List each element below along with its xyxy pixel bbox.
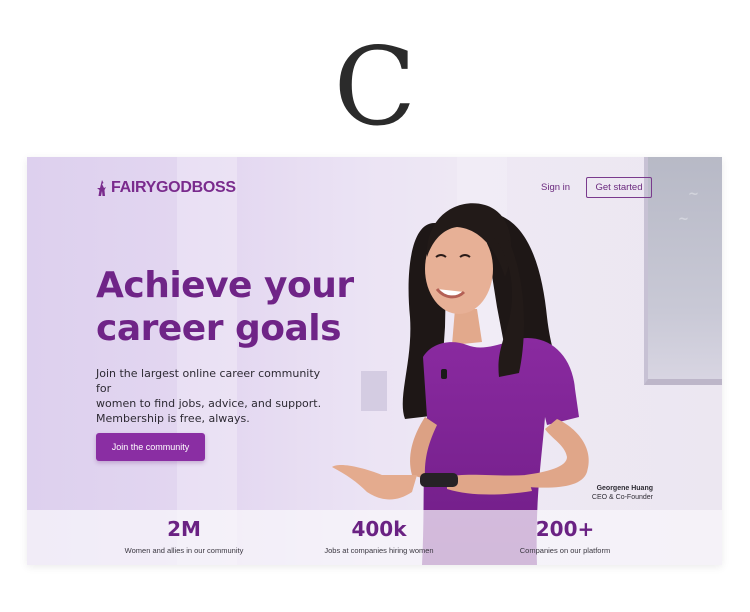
stat-label: Jobs at companies hiring women bbox=[324, 546, 434, 555]
hero-headline-line: Achieve your bbox=[96, 265, 354, 306]
hero-headline-line: career goals bbox=[96, 308, 342, 349]
speaker-name: Georgene Huang bbox=[596, 485, 653, 492]
speaker-photo bbox=[332, 203, 589, 565]
sign-in-link[interactable]: Sign in bbox=[541, 182, 570, 193]
join-community-button[interactable]: Join the community bbox=[96, 433, 205, 461]
landing-page-preview: ~ ~ FAIRYGODBOSS Sign in Get started Ach… bbox=[27, 157, 722, 565]
hero-subtext: Join the largest online career community… bbox=[96, 366, 326, 426]
stat-item: 400k Jobs at companies hiring women bbox=[279, 516, 479, 557]
stat-item: 2M Women and allies in our community bbox=[84, 516, 284, 557]
speaker-title: CEO & Co-Founder bbox=[591, 494, 653, 501]
get-started-button[interactable]: Get started bbox=[586, 177, 652, 198]
stat-label: Women and allies in our community bbox=[124, 546, 244, 555]
stat-value: 200+ bbox=[535, 517, 595, 541]
hero-subtext-line: Membership is free, always. bbox=[96, 412, 250, 425]
fairy-icon bbox=[97, 180, 106, 196]
stat-value: 400k bbox=[351, 517, 407, 541]
hero-subtext-line: Join the largest online career community… bbox=[96, 367, 321, 395]
stat-value: 2M bbox=[167, 517, 201, 541]
stat-item: 200+ Companies on our platform bbox=[465, 516, 665, 557]
hero-subtext-line: women to find jobs, advice, and support. bbox=[96, 397, 322, 410]
stat-label: Companies on our platform bbox=[519, 546, 611, 555]
stats-bar: 2M Women and allies in our community 400… bbox=[27, 510, 722, 565]
brand-logo[interactable]: FAIRYGODBOSS bbox=[96, 179, 236, 197]
brand-logo-text: FAIRYGODBOSS bbox=[111, 179, 236, 196]
hero-headline: Achieve your career goals bbox=[96, 264, 396, 350]
speaker-caption: Georgene Huang CEO & Co-Founder bbox=[567, 484, 653, 502]
decorative-letter: C bbox=[333, 25, 417, 150]
